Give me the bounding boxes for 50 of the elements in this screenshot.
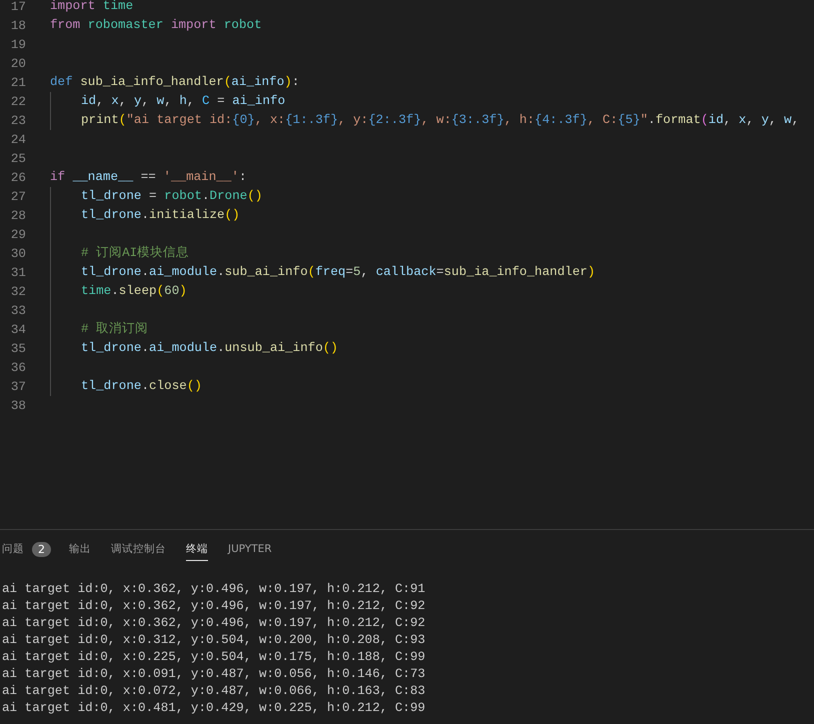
line-number: 30 bbox=[10, 246, 26, 260]
code-line: # 订阅AI模块信息 bbox=[81, 244, 190, 262]
code-line: tl_drone = robot.Drone() bbox=[81, 188, 262, 205]
code-line: def sub_ia_info_handler(ai_info): bbox=[50, 74, 300, 91]
line-number: 35 bbox=[10, 342, 26, 356]
code-line: tl_drone.initialize() bbox=[81, 207, 240, 224]
line-number: 17 bbox=[10, 0, 26, 14]
terminal-line: ai target id:0, x:0.362, y:0.496, w:0.197, h:0.212, C:92 bbox=[2, 615, 426, 632]
line-number: 37 bbox=[10, 380, 26, 394]
panel-tab[interactable]: 输出 bbox=[69, 538, 91, 560]
panel-tab[interactable]: 终端 bbox=[186, 538, 208, 560]
code-line: time.sleep(60) bbox=[81, 283, 187, 300]
terminal-line: ai target id:0, x:0.362, y:0.496, w:0.197, h:0.212, C:92 bbox=[2, 598, 426, 615]
code-line: tl_drone.ai_module.sub_ai_info(freq=5, callback=sub_ia_info_handler) bbox=[81, 264, 595, 281]
panel-tab[interactable]: JUPYTER bbox=[228, 538, 272, 560]
line-number: 19 bbox=[10, 38, 26, 52]
terminal-line: ai target id:0, x:0.091, y:0.487, w:0.056, h:0.146, C:73 bbox=[2, 666, 426, 683]
line-number: 27 bbox=[10, 190, 26, 204]
line-number: 34 bbox=[10, 322, 26, 336]
panel-tab[interactable]: 问题 bbox=[2, 538, 24, 560]
line-number: 21 bbox=[10, 76, 26, 90]
code-line: import time bbox=[50, 0, 134, 15]
line-number: 32 bbox=[10, 284, 26, 298]
line-number: 33 bbox=[10, 304, 26, 318]
terminal-line: ai target id:0, x:0.481, y:0.429, w:0.225, h:0.212, C:99 bbox=[2, 700, 426, 717]
line-number: 23 bbox=[10, 114, 26, 128]
code-line: id, x, y, w, h, C = ai_info bbox=[81, 93, 286, 110]
terminal-line: ai target id:0, x:0.072, y:0.487, w:0.066, h:0.163, C:83 bbox=[2, 683, 426, 700]
count-badge: 2 bbox=[32, 542, 51, 556]
line-number: 20 bbox=[10, 56, 26, 70]
terminal-line: ai target id:0, x:0.225, y:0.504, w:0.175, h:0.188, C:99 bbox=[2, 649, 426, 666]
code-line: if __name__ == '__main__': bbox=[50, 169, 247, 186]
code-line: from robomaster import robot bbox=[50, 17, 262, 34]
line-number: 22 bbox=[10, 94, 26, 108]
line-number: 25 bbox=[10, 152, 26, 166]
line-number: 24 bbox=[10, 132, 26, 146]
code-line: # 取消订阅 bbox=[81, 320, 148, 338]
terminal-line: ai target id:0, x:0.362, y:0.496, w:0.197, h:0.212, C:91 bbox=[2, 581, 426, 598]
line-number: 38 bbox=[10, 398, 26, 412]
code-line: tl_drone.ai_module.unsub_ai_info() bbox=[81, 340, 338, 357]
panel-tab[interactable]: 调试控制台 bbox=[111, 538, 166, 560]
line-number: 28 bbox=[10, 208, 26, 222]
line-number: 18 bbox=[10, 18, 26, 32]
line-number: 36 bbox=[10, 360, 26, 374]
code-line: print("ai target id:{0}, x:{1:.3f}, y:{2:.3f}, w:{3:.3f}, h:{4:.3f}, C:{5}".format(id, x, y, w, bbox=[81, 112, 800, 129]
line-number: 31 bbox=[10, 266, 26, 280]
line-number: 29 bbox=[10, 228, 26, 242]
code-line: tl_drone.close() bbox=[81, 378, 202, 395]
terminal-line: ai target id:0, x:0.312, y:0.504, w:0.200, h:0.208, C:93 bbox=[2, 632, 426, 649]
line-number: 26 bbox=[10, 170, 26, 184]
